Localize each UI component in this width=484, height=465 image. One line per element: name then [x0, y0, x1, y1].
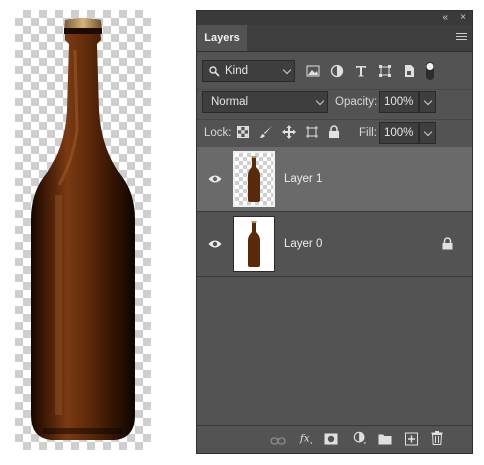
lock-all-icon[interactable]: [328, 125, 342, 139]
bottle-thumbnail-image: [248, 221, 260, 267]
lock-artboard-icon[interactable]: [305, 125, 319, 139]
adjustment-filter-icon[interactable]: [330, 64, 344, 78]
type-filter-icon[interactable]: [354, 64, 368, 78]
search-icon: [209, 66, 220, 77]
trash-icon[interactable]: [431, 431, 443, 445]
opacity-value: 100%: [384, 96, 414, 108]
panel-menu-icon[interactable]: [456, 33, 467, 42]
bottle-image: [31, 18, 135, 440]
visibility-eye-icon[interactable]: [208, 239, 222, 249]
layers-panel: « × Layers Kind Normal Opacity: 100% Loc…: [196, 10, 473, 454]
layer-name[interactable]: Layer 0: [284, 236, 322, 252]
link-layers-icon[interactable]: [270, 434, 286, 448]
add-mask-icon[interactable]: [324, 432, 338, 446]
fill-input[interactable]: 100%: [379, 122, 419, 144]
blend-mode-value: Normal: [211, 96, 249, 108]
chevron-down-icon: [315, 96, 325, 106]
lock-position-icon[interactable]: [282, 125, 296, 139]
shape-filter-icon[interactable]: [378, 64, 392, 78]
lock-row: Lock: Fill: 100%: [197, 119, 472, 146]
fill-value: 100%: [384, 127, 414, 139]
opacity-input[interactable]: 100%: [379, 91, 419, 113]
svg-text:fx: fx: [299, 433, 310, 445]
blend-row: Normal Opacity: 100%: [197, 89, 472, 114]
chevron-down-icon: [423, 96, 433, 106]
layer-filter-row: Kind: [197, 59, 472, 83]
panel-footer: fx: [197, 425, 472, 453]
fill-dropdown-button[interactable]: [419, 122, 436, 144]
layer-row-layer-1[interactable]: Layer 1: [197, 147, 472, 212]
kind-filter-select[interactable]: Kind: [202, 60, 295, 82]
tab-layers[interactable]: Layers: [197, 25, 247, 51]
chevron-down-icon: [282, 65, 292, 75]
adjustment-layer-icon[interactable]: [352, 431, 368, 445]
panel-tab-bar: Layers: [197, 25, 472, 52]
layer-row-layer-0[interactable]: Layer 0: [197, 212, 472, 277]
chevron-down-icon: [423, 127, 433, 137]
close-panel-button[interactable]: ×: [460, 11, 466, 25]
blend-mode-select[interactable]: Normal: [202, 91, 328, 113]
bottle-thumbnail-image: [248, 156, 260, 202]
layer-name[interactable]: Layer 1: [284, 171, 322, 187]
fx-icon[interactable]: fx: [298, 431, 314, 445]
pixel-filter-icon[interactable]: [306, 64, 320, 78]
new-layer-icon[interactable]: [405, 432, 418, 446]
collapse-panel-button[interactable]: «: [442, 11, 448, 25]
filter-toggle-icon[interactable]: [425, 61, 435, 81]
opacity-label: Opacity:: [335, 96, 378, 108]
document-canvas[interactable]: [15, 10, 151, 450]
kind-filter-label: Kind: [225, 65, 249, 77]
visibility-eye-icon[interactable]: [208, 174, 222, 184]
layer-thumbnail: [233, 151, 275, 207]
new-group-icon[interactable]: [378, 432, 392, 446]
lock-image-icon[interactable]: [259, 125, 273, 139]
layer-lock-icon: [442, 237, 453, 250]
panel-top-strip: « ×: [197, 11, 472, 25]
fill-label: Fill:: [359, 127, 377, 139]
lock-transparent-icon[interactable]: [237, 126, 251, 140]
opacity-dropdown-button[interactable]: [419, 91, 436, 113]
smart-object-filter-icon[interactable]: [402, 64, 416, 78]
layer-thumbnail: [233, 216, 275, 272]
lock-label: Lock:: [204, 127, 232, 139]
